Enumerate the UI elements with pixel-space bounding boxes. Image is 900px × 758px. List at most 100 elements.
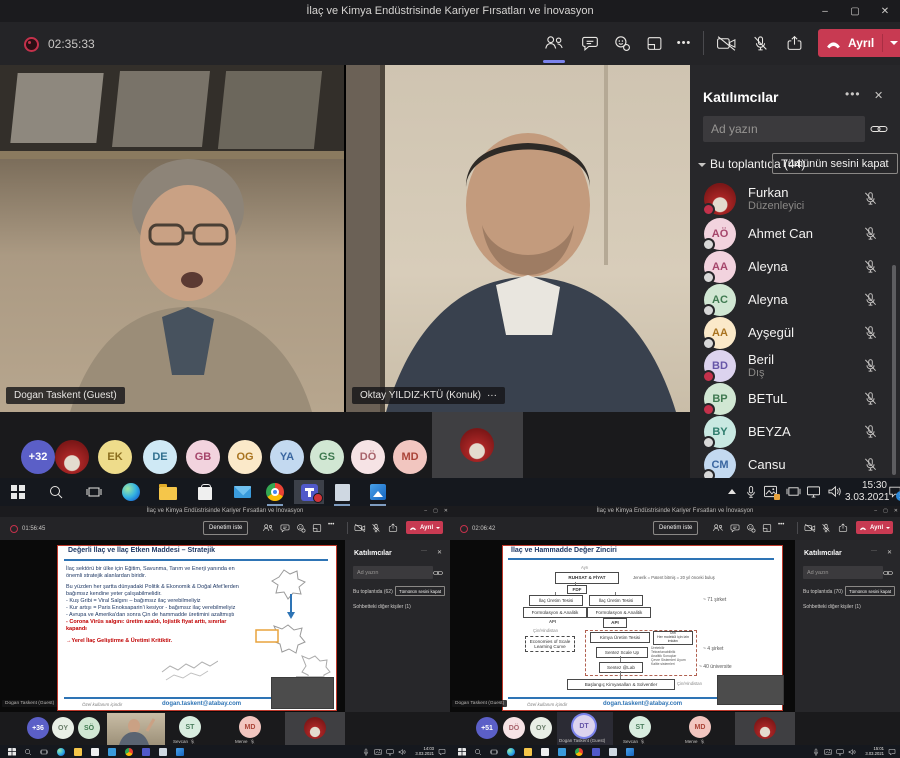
avatar-md[interactable]: MD xyxy=(689,716,711,738)
copy-link-icon[interactable] xyxy=(433,570,443,576)
participants-button[interactable] xyxy=(540,29,568,57)
teams-icon[interactable] xyxy=(142,748,150,756)
breakout-rooms-button[interactable] xyxy=(640,29,668,57)
request-control-button[interactable]: Denetim iste xyxy=(653,521,698,535)
mic-muted-icon[interactable] xyxy=(863,325,878,340)
overflow-avatar[interactable]: +51 xyxy=(476,717,498,739)
minimize-button[interactable]: – xyxy=(874,506,877,517)
mail-icon[interactable] xyxy=(230,480,254,504)
avatar-oy[interactable]: OY xyxy=(530,717,552,739)
participant-row[interactable]: AA Ayşegül xyxy=(690,316,900,349)
chrome-icon[interactable] xyxy=(125,748,133,756)
mic-muted-icon[interactable] xyxy=(863,424,878,439)
panel-more-button[interactable]: ··· xyxy=(421,548,427,554)
avatar-de[interactable]: DE xyxy=(143,440,177,474)
teams-icon[interactable] xyxy=(294,480,324,504)
chrome-icon[interactable] xyxy=(575,748,583,756)
notes-app-icon[interactable] xyxy=(609,748,617,756)
participant-row[interactable]: BP BETuL xyxy=(690,382,900,415)
active-speaker-tile[interactable]: DT Dogan Taskent (Guest) xyxy=(557,712,613,745)
avatar-ek[interactable]: EK xyxy=(98,440,132,474)
avatar-oy[interactable]: OY xyxy=(52,717,74,739)
tray-snip-icon[interactable] xyxy=(824,748,832,756)
leave-button[interactable]: Ayrıl xyxy=(406,521,443,534)
mic-off-button[interactable] xyxy=(746,29,774,57)
avatar-so[interactable]: SÖ xyxy=(78,717,100,739)
participant-row[interactable]: BY BEYZA xyxy=(690,415,900,448)
maximize-button[interactable]: ▢ xyxy=(433,506,438,517)
tray-volume-icon[interactable] xyxy=(827,485,842,498)
store-icon[interactable] xyxy=(91,748,99,756)
camera-off-button[interactable] xyxy=(354,523,366,533)
mic-muted-icon[interactable] xyxy=(863,292,878,307)
photo-avatar[interactable] xyxy=(55,440,89,474)
action-center-icon[interactable]: 1 xyxy=(888,485,900,498)
file-explorer-icon[interactable] xyxy=(524,748,532,756)
mic-muted-icon[interactable] xyxy=(863,191,878,206)
chrome-icon[interactable] xyxy=(263,480,287,504)
active-speaker-tile[interactable] xyxy=(432,412,523,478)
maximize-button[interactable]: ▢ xyxy=(840,0,870,22)
taskbar-clock[interactable]: 14:03 3.03.2021 xyxy=(410,747,434,756)
photos-icon[interactable] xyxy=(366,480,390,504)
tray-chevron-up-icon[interactable] xyxy=(728,489,736,494)
reactions-button[interactable] xyxy=(296,523,306,533)
mic-off-button[interactable] xyxy=(371,523,381,533)
mic-muted-icon[interactable] xyxy=(863,457,878,472)
panel-close-button[interactable]: ✕ xyxy=(887,549,892,556)
taskbar-search-icon[interactable] xyxy=(44,480,68,504)
file-explorer-icon[interactable] xyxy=(156,480,180,504)
panel-more-button[interactable]: ••• xyxy=(845,87,861,101)
tray-volume-icon[interactable] xyxy=(848,748,856,756)
start-button[interactable] xyxy=(8,748,16,756)
participant-row[interactable]: AC Aleyna xyxy=(690,283,900,316)
share-screen-button[interactable] xyxy=(838,523,848,533)
tray-mic-icon[interactable] xyxy=(362,748,370,756)
avatar-st[interactable]: ST xyxy=(179,716,201,738)
tray-mic-icon[interactable] xyxy=(812,748,820,756)
share-screen-button[interactable] xyxy=(388,523,398,533)
action-center-icon[interactable] xyxy=(438,748,446,756)
minimize-button[interactable]: – xyxy=(424,506,427,517)
speaker-tile[interactable] xyxy=(735,712,795,745)
reactions-button[interactable] xyxy=(608,29,636,57)
taskbar-clock[interactable]: 15:30 3.03.2021 xyxy=(845,480,887,504)
photos-icon[interactable] xyxy=(626,748,634,756)
overflow-avatar[interactable]: +36 xyxy=(27,717,49,739)
mail-icon[interactable] xyxy=(108,748,116,756)
video-more-icon[interactable]: ··· xyxy=(487,390,497,401)
maximize-button[interactable]: ▢ xyxy=(883,506,888,517)
search-input[interactable] xyxy=(353,566,433,579)
store-icon[interactable] xyxy=(541,748,549,756)
tray-network-icon[interactable] xyxy=(836,748,844,756)
start-button[interactable] xyxy=(458,748,466,756)
avatar-do[interactable]: DÖ xyxy=(503,717,525,739)
panel-close-button[interactable]: ✕ xyxy=(874,89,883,102)
tray-snip-icon[interactable] xyxy=(374,748,382,756)
store-icon[interactable] xyxy=(193,480,217,504)
mute-all-button[interactable]: Tümünün sesini kapat xyxy=(772,153,898,174)
participants-button[interactable] xyxy=(262,523,274,533)
file-explorer-icon[interactable] xyxy=(74,748,82,756)
avatar-md[interactable]: MD xyxy=(239,716,261,738)
reactions-button[interactable] xyxy=(746,523,756,533)
leave-button[interactable]: Ayrıl xyxy=(818,29,900,57)
video-thumbnail[interactable] xyxy=(107,713,165,745)
taskbar-clock[interactable]: 15:01 3.03.2021 xyxy=(860,747,884,756)
close-button[interactable]: ✕ xyxy=(870,0,900,22)
teams-icon[interactable] xyxy=(592,748,600,756)
mute-all-button[interactable]: Tümünün sesini kapat xyxy=(395,586,445,596)
copy-link-icon[interactable] xyxy=(870,124,888,134)
participant-row[interactable]: BD Beril Dış xyxy=(690,349,900,382)
leave-dropdown-chevron-icon[interactable] xyxy=(890,41,898,45)
tray-mic-icon[interactable] xyxy=(744,485,758,499)
section-chevron-icon[interactable] xyxy=(698,163,706,167)
panel-more-button[interactable]: ··· xyxy=(871,548,877,554)
search-input[interactable] xyxy=(703,116,865,142)
close-button[interactable]: ✕ xyxy=(444,506,448,517)
participant-row[interactable]: Furkan Düzenleyici xyxy=(690,180,900,217)
tray-network-icon[interactable] xyxy=(806,485,821,498)
share-screen-button[interactable] xyxy=(780,29,808,57)
task-view-icon[interactable] xyxy=(82,480,106,504)
edge-icon[interactable] xyxy=(119,480,143,504)
